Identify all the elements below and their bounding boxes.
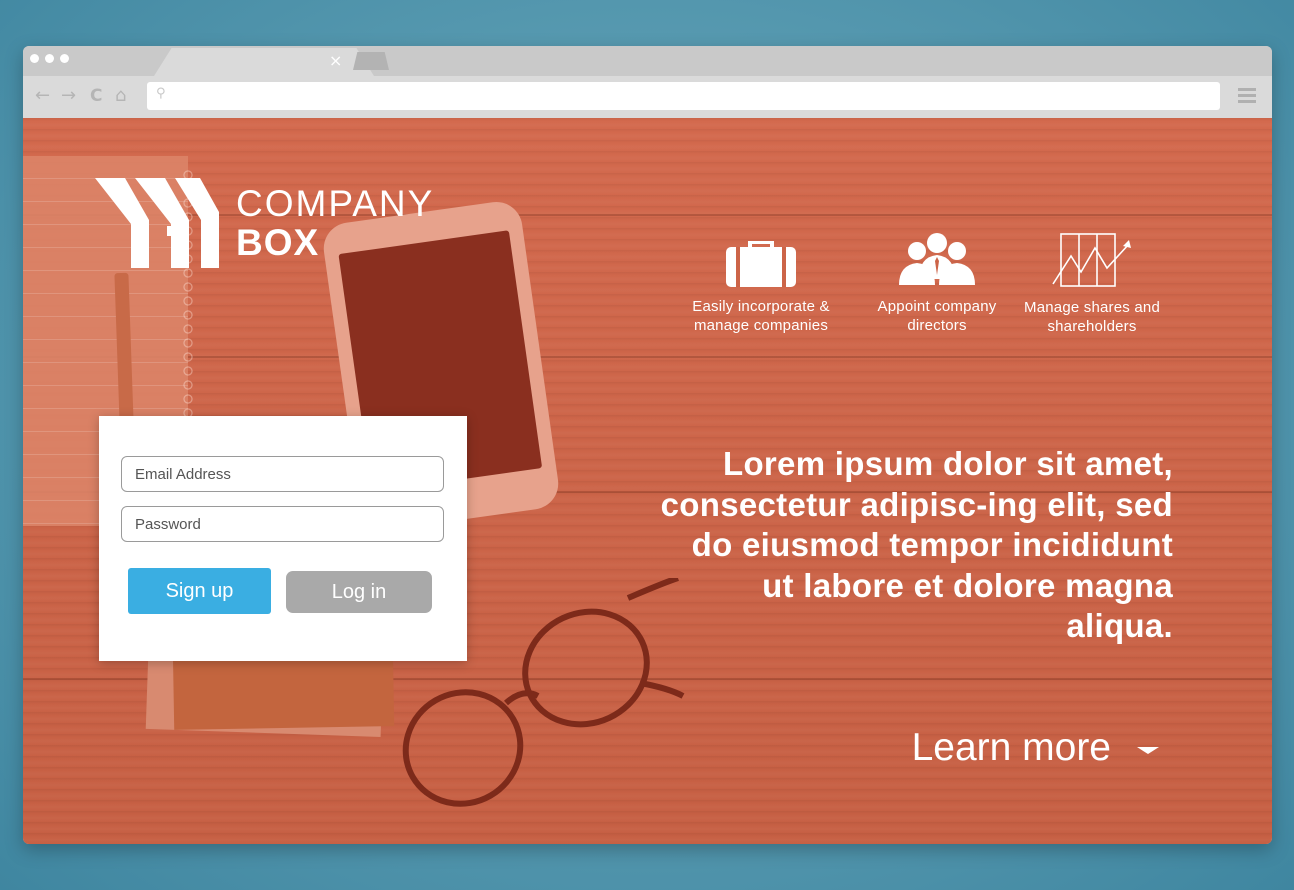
search-icon: ⚲ <box>156 86 166 101</box>
feature-shares-text: Manage shares and shareholders <box>1024 299 1160 335</box>
logo-mark-icon <box>95 178 219 268</box>
window-dot-close[interactable] <box>30 54 39 63</box>
back-icon[interactable]: ← <box>35 85 50 107</box>
login-form: Sign up Log in <box>99 416 467 661</box>
forward-icon[interactable]: → <box>61 85 76 107</box>
chevron-down-icon <box>1137 746 1159 754</box>
log-in-button[interactable]: Log in <box>286 571 432 613</box>
briefcase-icon <box>726 241 796 287</box>
feature-directors: Appoint company directors <box>852 231 1022 335</box>
reload-icon[interactable]: C <box>90 85 102 107</box>
feature-incorporate-text: Easily incorporate & manage companies <box>692 298 830 334</box>
password-field[interactable] <box>121 506 444 542</box>
window-dot-maximize[interactable] <box>60 54 69 63</box>
tab-bar: × <box>23 46 1272 76</box>
growth-chart-icon <box>1052 233 1131 287</box>
close-tab-icon[interactable]: × <box>329 51 342 70</box>
learn-more-link[interactable]: Learn more <box>912 726 1159 770</box>
learn-more-label: Learn more <box>911 726 1111 769</box>
browser-window: × ← → C ⌂ ⚲ COMPANY BOX Easily incorpora… <box>23 46 1272 844</box>
window-dot-minimize[interactable] <box>45 54 54 63</box>
wood-grain <box>23 356 1272 358</box>
feature-shares: Manage shares and shareholders <box>1007 232 1177 336</box>
new-tab-button[interactable] <box>353 52 389 70</box>
browser-toolbar: ← → C ⌂ ⚲ <box>23 76 1272 118</box>
brand-name-company: COMPANY <box>236 183 435 224</box>
page-hero: COMPANY BOX Easily incorporate & manage … <box>23 118 1272 844</box>
home-icon[interactable]: ⌂ <box>115 85 126 107</box>
feature-incorporate: Easily incorporate & manage companies <box>676 235 846 335</box>
hero-headline: Lorem ipsum dolor sit amet, consectetur … <box>660 445 1173 644</box>
email-field[interactable] <box>121 456 444 492</box>
brand-name-box: BOX <box>236 222 320 263</box>
address-bar[interactable]: ⚲ <box>147 82 1220 110</box>
hamburger-menu-icon[interactable] <box>1238 88 1256 106</box>
people-icon <box>899 233 975 285</box>
feature-directors-text: Appoint company directors <box>877 298 997 334</box>
sign-up-button[interactable]: Sign up <box>128 568 271 614</box>
